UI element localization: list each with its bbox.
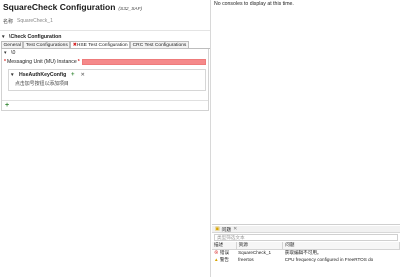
sub-panel-title: HseAuthKeyConfig <box>19 72 67 78</box>
config-tabs: General Test Configurations ✖HSE Test Co… <box>1 41 210 49</box>
tab-problems[interactable]: ▣ 问题 ✕ <box>212 226 400 233</box>
tab-label: Test Configurations <box>25 43 68 48</box>
problems-icon: ▣ <box>215 226 220 232</box>
tree-root-label: \0 <box>11 50 16 56</box>
error-marker-icon: * <box>4 58 6 65</box>
filter-input[interactable]: 类型筛选文本 <box>214 234 398 241</box>
add-hint-text: 点击加号按钮以添加项目 <box>15 82 69 87</box>
severity-label: 错误 <box>219 249 230 255</box>
console-empty-message: No consoles to display at this time. <box>214 1 294 7</box>
problems-view: ▣ 问题 ✕ 类型筛选文本 描述 资源 问题 ⊗ 错误 SquareCheck_… <box>212 226 400 277</box>
problems-tab-label: 问题 <box>221 227 232 233</box>
add-icon[interactable]: + <box>69 72 76 78</box>
hse-auth-key-config-panel: ▾ HseAuthKeyConfig + ✕ 点击加号按钮以添加项目 <box>8 69 206 91</box>
hse-config-panel: ▾ \0 * Messaging Unit (MU) Instance * ▾ … <box>1 49 209 111</box>
error-icon: ⊗ <box>214 249 219 255</box>
chevron-down-icon[interactable]: ▾ <box>4 50 9 56</box>
column-header[interactable]: 问题 <box>282 242 400 250</box>
add-item-button[interactable]: + <box>5 102 9 109</box>
table-header-row: 描述 资源 问题 <box>212 242 400 250</box>
name-label: 名称 <box>3 19 14 25</box>
tab-test-configurations[interactable]: Test Configurations <box>23 41 71 48</box>
tab-label: General <box>3 43 21 48</box>
tab-hse-test-configuration[interactable]: ✖HSE Test Configuration <box>70 41 131 48</box>
chevron-down-icon[interactable]: ▾ <box>2 34 7 40</box>
warning-icon: ▲ <box>214 256 219 262</box>
configuration-editor: SquareCheck Configuration (S32_SAF) 名称 S… <box>0 0 211 277</box>
name-value[interactable]: SquareCheck_1 <box>17 18 53 25</box>
mu-instance-row: * Messaging Unit (MU) Instance * <box>2 57 208 66</box>
required-marker-icon: * <box>77 58 80 65</box>
tab-label: HSE Test Configuration <box>76 43 128 48</box>
tab-label: CRC Test Configurations <box>132 43 187 48</box>
severity-label: 警告 <box>219 256 230 262</box>
editor-subtitle: (S32_SAF) <box>118 7 143 12</box>
close-icon[interactable]: ✕ <box>233 227 237 232</box>
check-configuration-section[interactable]: ▾ \Check Configuration <box>0 32 210 41</box>
close-icon[interactable]: ✕ <box>79 72 86 78</box>
tab-general[interactable]: General <box>1 41 24 48</box>
table-row[interactable]: ▲ 警告 freertos CPU frequency configured i… <box>212 256 400 263</box>
chevron-down-icon[interactable]: ▾ <box>11 72 16 78</box>
mu-instance-label: Messaging Unit (MU) Instance <box>6 58 77 65</box>
tree-root-row[interactable]: ▾ \0 <box>2 49 208 57</box>
editor-title: SquareCheck Configuration <box>3 2 116 12</box>
issue-cell: CPU frequency configured in FreeRTOS do <box>284 257 374 262</box>
issue-cell: 获取编辑不可用。 <box>284 249 322 255</box>
column-header[interactable]: 描述 <box>212 242 237 250</box>
tab-crc-test-configurations[interactable]: CRC Test Configurations <box>130 41 189 48</box>
console-view: No consoles to display at this time. <box>212 0 400 225</box>
table-row[interactable]: ⊗ 错误 SquareCheck_1 获取编辑不可用。 <box>212 249 400 256</box>
section-title: \Check Configuration <box>9 33 62 40</box>
resource-cell: freertos <box>238 257 254 262</box>
add-row: + <box>2 100 208 110</box>
column-header[interactable]: 资源 <box>236 242 284 250</box>
mu-instance-field[interactable] <box>82 58 206 65</box>
resource-cell: SquareCheck_1 <box>238 250 272 256</box>
editor-header: SquareCheck Configuration (S32_SAF) 名称 S… <box>0 0 210 31</box>
problems-table: 描述 资源 问题 ⊗ 错误 SquareCheck_1 获取编辑不可用。 ▲ 警… <box>212 242 400 263</box>
